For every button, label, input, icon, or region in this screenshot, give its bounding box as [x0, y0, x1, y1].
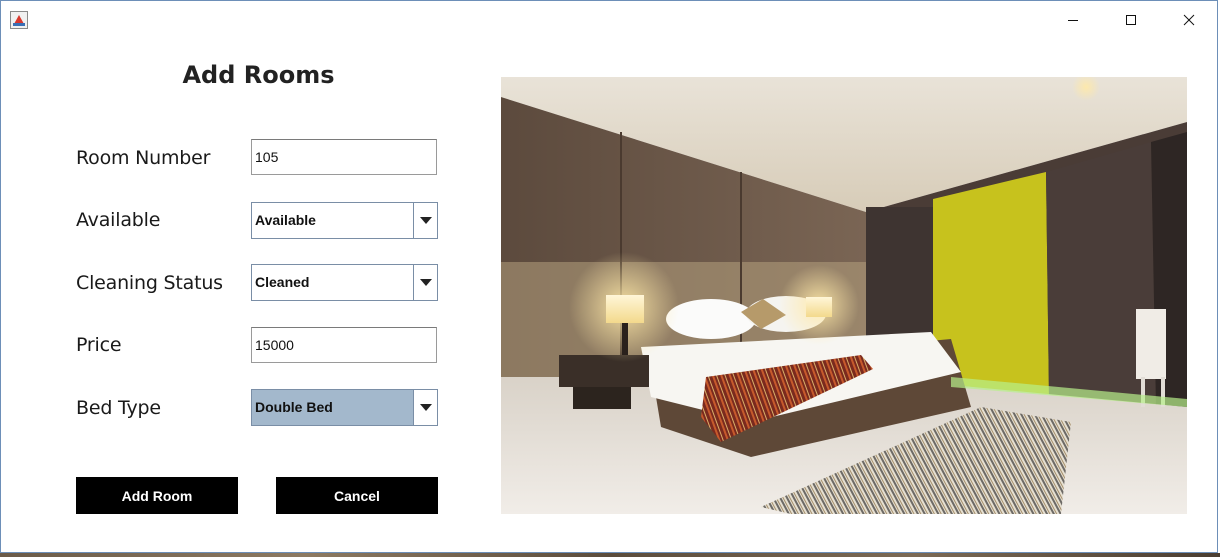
desktop-background-strip [0, 553, 1220, 557]
cleaning-status-label: Cleaning Status [76, 272, 223, 294]
available-label: Available [76, 209, 161, 231]
maximize-button[interactable] [1102, 1, 1160, 39]
cleaning-status-select-value: Cleaned [252, 265, 414, 300]
room-number-input[interactable]: 105 [251, 139, 437, 175]
bed-type-select-value: Double Bed [252, 390, 414, 425]
maximize-icon [1126, 15, 1136, 25]
price-input[interactable]: 15000 [251, 327, 437, 363]
bed-type-label: Bed Type [76, 397, 161, 419]
chevron-down-icon[interactable] [414, 390, 437, 425]
room-number-label: Room Number [76, 147, 211, 169]
add-rooms-window: Add Rooms Room Number 105 Available Avai… [0, 0, 1218, 553]
price-label: Price [76, 334, 122, 356]
hotel-room-photo [501, 77, 1187, 514]
available-select-value: Available [252, 203, 414, 238]
add-room-button[interactable]: Add Room [76, 477, 238, 514]
page-title: Add Rooms [182, 61, 335, 89]
cleaning-status-select[interactable]: Cleaned [251, 264, 438, 301]
available-select[interactable]: Available [251, 202, 438, 239]
cancel-button[interactable]: Cancel [276, 477, 438, 514]
close-icon [1183, 14, 1195, 26]
bed-type-select[interactable]: Double Bed [251, 389, 438, 426]
title-bar [1, 1, 1217, 39]
chevron-down-icon[interactable] [414, 265, 437, 300]
chevron-down-icon[interactable] [414, 203, 437, 238]
java-app-icon [10, 11, 28, 29]
close-button[interactable] [1160, 1, 1218, 39]
minimize-icon [1068, 20, 1078, 21]
minimize-button[interactable] [1044, 1, 1102, 39]
